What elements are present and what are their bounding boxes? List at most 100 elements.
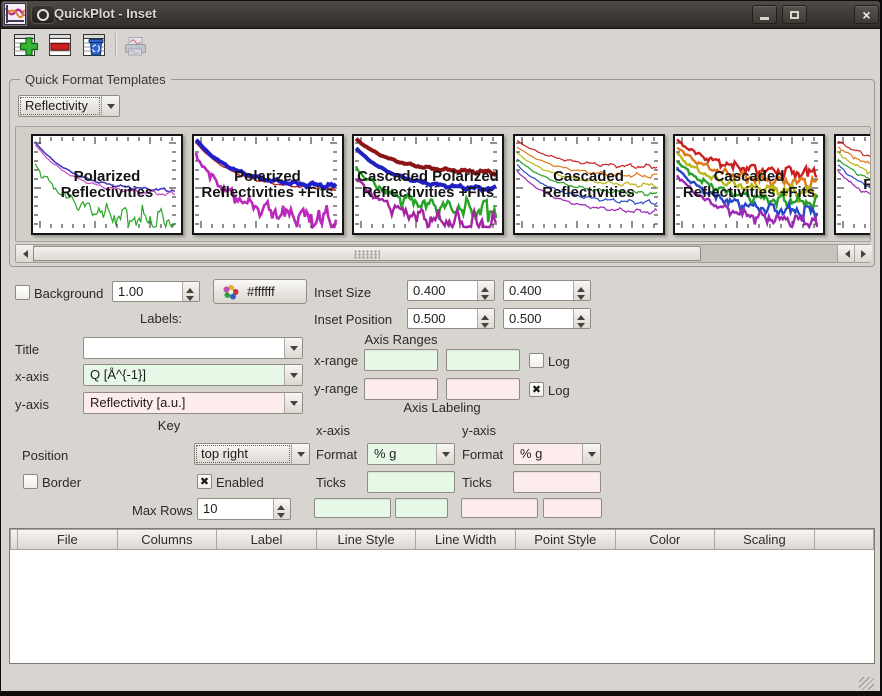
chevron-down-icon[interactable] xyxy=(101,96,119,116)
template-thumbnail[interactable]: Cascaded Polarized Reflectivities +Fits xyxy=(352,134,504,235)
x-format-label: Format xyxy=(316,447,358,462)
x-axis-combo[interactable]: Q [Å^{-1}] xyxy=(83,364,303,386)
chevron-down-icon[interactable] xyxy=(284,338,302,358)
column-header-file[interactable]: File xyxy=(18,529,118,550)
spin-down-icon[interactable] xyxy=(574,319,590,329)
column-header-label[interactable]: Label xyxy=(217,529,317,550)
window-menu-button[interactable] xyxy=(31,5,55,24)
template-thumbnail[interactable]: Cascaded Reflectivities +Fits xyxy=(673,134,825,235)
app-icon xyxy=(3,2,27,26)
inset-size-y-spinner[interactable]: 0.400 xyxy=(503,280,591,301)
y-range-max-field[interactable] xyxy=(446,378,520,400)
inset-position-y-spinner[interactable]: 0.500 xyxy=(503,308,591,329)
resize-grip[interactable] xyxy=(859,677,874,690)
x-range-max-field[interactable] xyxy=(446,349,520,371)
grip-dots-icon xyxy=(354,250,380,259)
x-tick-extra-field-1[interactable] xyxy=(314,498,391,518)
close-button[interactable]: × xyxy=(854,5,879,24)
y-format-combo[interactable]: % g xyxy=(513,443,601,465)
axis-ranges-header: Axis Ranges xyxy=(364,332,438,347)
x-tick-extra-field-2[interactable] xyxy=(395,498,448,518)
spin-up-icon[interactable] xyxy=(183,282,199,293)
template-label: Cascaded Reflectivities +Fits xyxy=(682,167,816,201)
key-enabled-checkbox[interactable]: ✖ xyxy=(197,474,212,489)
template-label: Cascaded Polarized Reflectivities +Fits xyxy=(357,167,499,201)
background-opacity-spinner[interactable]: 1.00 xyxy=(112,281,200,302)
key-border-checkbox[interactable] xyxy=(23,474,38,489)
background-label: Background xyxy=(34,286,104,301)
chevron-down-icon[interactable] xyxy=(284,393,302,413)
template-thumbnail[interactable]: Polarized Reflectivities +Fits xyxy=(191,134,344,235)
y-ticks-field[interactable] xyxy=(513,471,601,493)
spin-down-icon[interactable] xyxy=(478,319,494,329)
minimize-button[interactable] xyxy=(752,5,777,24)
y-tick-extra-field-2[interactable] xyxy=(543,498,602,518)
axis-labeling-header: Axis Labeling xyxy=(403,400,481,415)
inset-position-x-spinner[interactable]: 0.500 xyxy=(407,308,495,329)
clear-rows-button[interactable] xyxy=(79,31,109,59)
y-tick-extra-field-1[interactable] xyxy=(461,498,538,518)
column-header-point-style[interactable]: Point Style xyxy=(515,529,616,550)
column-header-color[interactable]: Color xyxy=(615,529,716,550)
template-thumbnail[interactable]: Cascaded Reflectivities xyxy=(512,134,665,235)
max-rows-spinner[interactable]: 10 xyxy=(197,498,291,520)
chevron-down-icon[interactable] xyxy=(284,365,302,385)
y-log-label: Log xyxy=(548,383,570,398)
template-category-value: Reflectivity xyxy=(19,96,101,116)
background-checkbox[interactable] xyxy=(15,285,30,300)
y-axis-combo[interactable]: Reflectivity [a.u.] xyxy=(83,392,303,414)
template-category-select[interactable]: Reflectivity xyxy=(18,95,120,117)
title-combo[interactable] xyxy=(83,337,303,359)
clear-rows-icon xyxy=(82,33,105,56)
add-row-icon xyxy=(13,33,38,56)
scroll-left-button[interactable] xyxy=(16,245,34,262)
chevron-down-icon[interactable] xyxy=(291,444,309,464)
inset-size-x-spinner[interactable]: 0.400 xyxy=(407,280,495,301)
template-thumbnail[interactable]: Reflectivities xyxy=(833,134,870,235)
chevron-down-icon[interactable] xyxy=(582,444,600,464)
scroll-left-button-alt[interactable] xyxy=(837,245,855,262)
color-wheel-icon xyxy=(223,284,239,299)
column-header-columns[interactable]: Columns xyxy=(117,529,218,550)
scrollbar-thumb[interactable] xyxy=(33,246,701,261)
spin-down-icon[interactable] xyxy=(183,292,199,302)
template-scrollbar[interactable] xyxy=(15,244,872,263)
y-axis-label: y-axis xyxy=(15,397,49,412)
x-ticks-field[interactable] xyxy=(367,471,455,493)
spin-down-icon[interactable] xyxy=(274,509,290,519)
labels-header: Labels: xyxy=(140,311,182,326)
remove-row-button[interactable] xyxy=(45,31,75,59)
key-position-combo[interactable]: top right xyxy=(194,443,310,465)
table-body[interactable] xyxy=(10,550,874,663)
template-thumbnail[interactable]: Polarized Reflectivities xyxy=(31,134,183,235)
maximize-button[interactable] xyxy=(782,5,807,24)
spin-down-icon[interactable] xyxy=(478,291,494,301)
column-header-scaling[interactable]: Scaling xyxy=(715,529,815,550)
window-title: QuickPlot - Inset xyxy=(54,6,157,21)
dataset-table[interactable]: File Columns Label Line Style Line Width Poin… xyxy=(9,528,875,664)
spin-up-icon[interactable] xyxy=(574,309,590,320)
spin-down-icon[interactable] xyxy=(574,291,590,301)
add-row-button[interactable] xyxy=(11,31,41,59)
scroll-right-button[interactable] xyxy=(854,245,872,262)
opacity-value: 1.00 xyxy=(118,284,144,299)
spin-up-icon[interactable] xyxy=(574,281,590,292)
x-format-combo[interactable]: % g xyxy=(367,443,455,465)
column-header-line-style[interactable]: Line Style xyxy=(316,529,417,550)
quick-format-group-label: Quick Format Templates xyxy=(20,72,171,87)
inset-position-y-value: 0.500 xyxy=(509,311,542,326)
x-range-min-field[interactable] xyxy=(364,349,438,371)
background-color-button[interactable]: #ffffff xyxy=(213,279,307,304)
toolbar-separator xyxy=(115,33,116,57)
spin-up-icon[interactable] xyxy=(274,499,290,510)
column-header-line-width[interactable]: Line Width xyxy=(416,529,516,550)
color-hex-label: #ffffff xyxy=(247,284,275,299)
x-log-checkbox[interactable] xyxy=(529,353,544,368)
key-header: Key xyxy=(157,418,181,433)
spin-up-icon[interactable] xyxy=(478,309,494,320)
y-range-min-field[interactable] xyxy=(364,378,438,400)
minimize-icon xyxy=(760,17,769,20)
spin-up-icon[interactable] xyxy=(478,281,494,292)
y-log-checkbox[interactable]: ✖ xyxy=(529,382,544,397)
chevron-down-icon[interactable] xyxy=(436,444,454,464)
